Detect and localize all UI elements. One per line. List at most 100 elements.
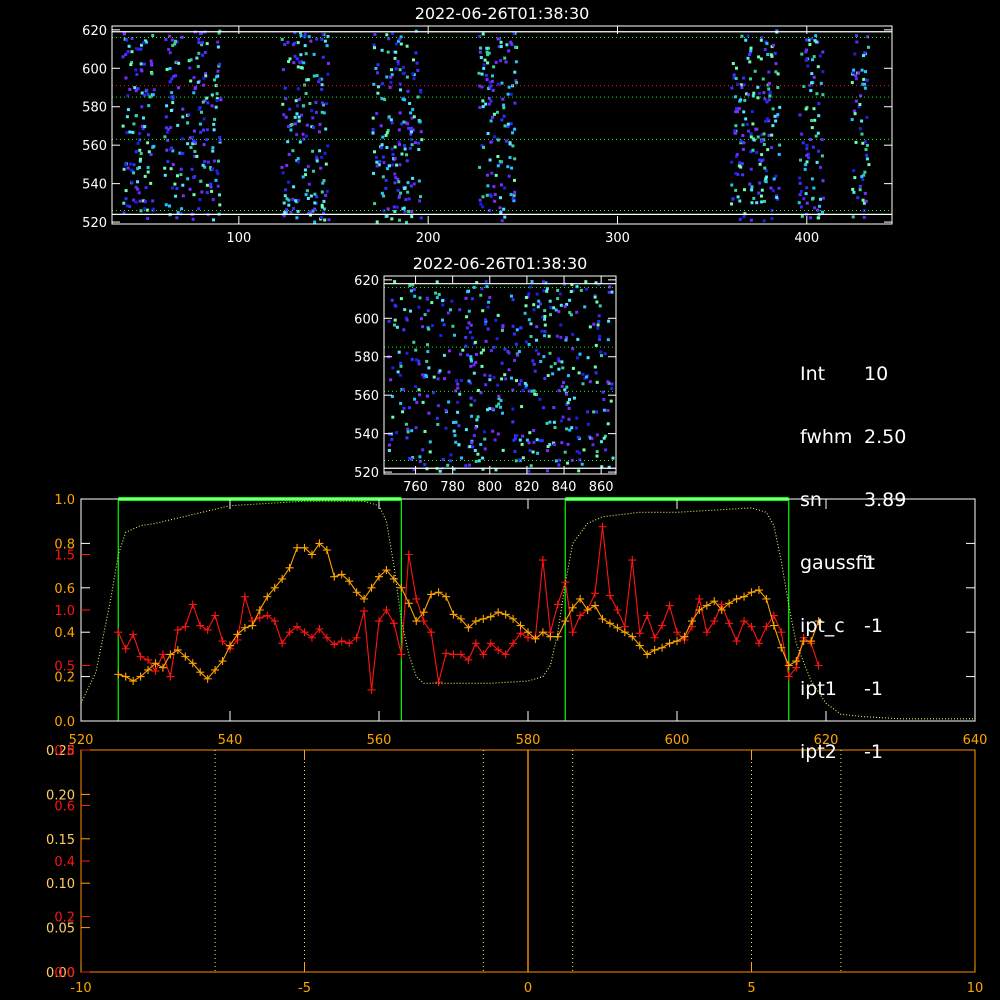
spectral-spot	[760, 200, 764, 204]
spectral-spot	[296, 41, 300, 45]
spectral-spot	[202, 117, 206, 121]
spectral-spot	[180, 207, 184, 211]
x-tick-label: 200	[416, 231, 441, 246]
spectral-spot	[144, 186, 148, 190]
spectral-spot	[575, 426, 578, 430]
spectral-spot	[738, 199, 742, 203]
spectral-spot	[491, 115, 495, 119]
spectral-spot	[324, 127, 328, 131]
spectral-spot	[423, 463, 427, 467]
spectral-spot	[218, 136, 222, 140]
spectral-spot	[413, 141, 417, 145]
spectral-spot	[397, 350, 401, 354]
spectral-spot	[850, 118, 854, 121]
spectral-spot	[536, 451, 540, 455]
spectral-spot	[496, 383, 500, 387]
spectral-spot	[320, 88, 324, 91]
red-plus-marker	[509, 639, 518, 648]
spectral-spot	[202, 143, 206, 147]
fit-info-panel: Int 10 fwhm 2.50 sn 3.89 gaussfit1 ipt_c -1 …	[800, 322, 906, 784]
spectral-spot	[303, 44, 307, 48]
spectral-spot	[177, 86, 180, 90]
spectral-spot	[492, 135, 496, 139]
spectral-spot	[164, 126, 168, 130]
y-tick-label: 600	[82, 62, 107, 77]
spectral-spot	[193, 150, 197, 153]
spectral-spot	[136, 180, 139, 184]
spectral-spot	[734, 124, 738, 128]
orange-plus-marker	[427, 590, 436, 599]
spectral-spot	[408, 283, 412, 287]
spectral-spot	[314, 101, 318, 104]
spectral-spot	[777, 186, 781, 190]
red-plus-marker	[114, 628, 123, 637]
info-row-ipt1: ipt1 -1	[800, 679, 906, 700]
spectral-spot	[216, 45, 220, 49]
spectral-spot	[373, 46, 376, 50]
spectral-spot	[586, 422, 590, 426]
x-tick-label: 100	[226, 231, 251, 246]
spectral-spot	[441, 299, 445, 303]
spectral-spot	[593, 365, 597, 369]
spectral-spot	[320, 37, 324, 41]
spectral-spot	[451, 324, 455, 328]
spectral-spot	[764, 169, 768, 173]
spectral-spot	[499, 405, 502, 409]
spectral-spot	[734, 77, 738, 80]
spectral-spot	[532, 308, 536, 312]
red-plus-marker	[129, 630, 138, 639]
spectral-spot	[481, 99, 485, 103]
spectral-spot	[606, 338, 610, 342]
spectral-spot	[520, 442, 524, 446]
spectral-spot	[134, 47, 138, 51]
spectral-spot	[427, 327, 431, 331]
spectral-spot	[309, 194, 313, 198]
spectral-spot	[218, 62, 222, 66]
spectral-spot	[410, 130, 413, 134]
red-plus-marker	[203, 625, 212, 634]
spectral-spot	[205, 42, 209, 46]
spectral-spot	[820, 138, 824, 142]
spectral-spot	[488, 374, 492, 378]
spectral-spot	[177, 61, 181, 65]
spectral-spot	[499, 399, 503, 403]
spectral-spot	[456, 386, 460, 390]
spectral-spot	[454, 420, 458, 424]
spectral-spot	[456, 400, 460, 404]
spectral-spot	[409, 289, 413, 293]
spectral-spot	[798, 113, 802, 117]
orange-plus-marker	[605, 619, 614, 628]
orange-plus-marker	[367, 583, 376, 592]
spectral-spot	[130, 180, 134, 184]
spectral-spot	[216, 40, 220, 44]
spectral-spot	[578, 352, 582, 356]
red-plus-marker	[166, 672, 175, 681]
spectral-spot	[199, 130, 203, 134]
spectral-spot	[410, 429, 414, 433]
spectral-spot	[748, 182, 752, 186]
y-tick-label: 580	[354, 351, 379, 366]
spectral-spot	[147, 104, 151, 108]
spectral-spot	[298, 140, 302, 144]
spectral-spot	[435, 280, 439, 284]
spectral-spot	[752, 138, 756, 142]
spectral-spot	[447, 400, 451, 404]
spectral-spot	[734, 131, 737, 135]
spectral-spot	[805, 160, 809, 164]
spectral-spot	[500, 118, 504, 122]
spectral-spot	[582, 448, 586, 452]
spectral-spot	[186, 177, 190, 181]
spectral-spot	[606, 380, 610, 384]
spectral-spot	[296, 157, 300, 161]
spectral-spot	[597, 314, 601, 318]
spectral-spot	[543, 329, 547, 333]
orange-plus-marker	[293, 543, 302, 552]
spectral-spot	[509, 92, 513, 96]
spectral-spot	[777, 152, 781, 156]
spectral-spot	[741, 173, 745, 177]
spectral-spot	[533, 392, 537, 396]
spectral-spot	[749, 46, 753, 50]
red-plus-marker	[375, 617, 383, 626]
spectral-spot	[297, 198, 301, 202]
spectral-spot	[173, 182, 177, 186]
